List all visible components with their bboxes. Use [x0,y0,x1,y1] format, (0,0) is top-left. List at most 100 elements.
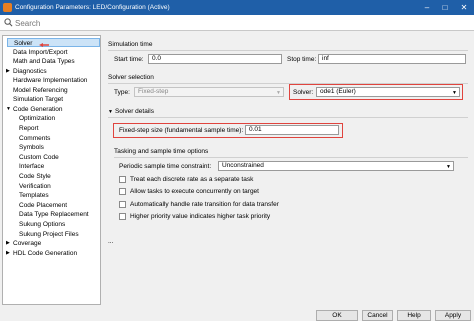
window-title: Configuration Parameters: LED/Configurat… [15,4,170,11]
tree-item-hardware-implementation[interactable]: Hardware Implementation [13,76,87,85]
tree-item-label: Comments [19,135,51,142]
tree-item-label: Data Type Replacement [19,211,89,218]
priority-checkbox[interactable] [119,213,126,220]
simulation-time-header: Simulation time [108,41,153,48]
search-icon [4,18,13,27]
expand-arrow-icon[interactable]: ▶ [6,249,10,258]
tree-item-label: Code Generation [13,106,63,113]
collapse-arrow-icon: ▼ [108,109,113,115]
tree-item-diagnostics[interactable]: ▶ Diagnostics [6,67,47,76]
matlab-app-icon [3,3,12,12]
tree-item-label: Report [19,125,39,132]
tree-item-report[interactable]: Report [19,124,39,133]
separate-task-checkbox[interactable] [119,176,126,183]
stop-time-label: Stop time: [287,56,317,63]
tree-item-label: Verification [19,183,51,190]
tree-item-label: Templates [19,192,49,199]
tree-item-coverage[interactable]: ▶ Coverage [6,239,41,248]
tree-item-label: Coverage [13,240,42,247]
solver-details-header-label: Solver details [114,108,154,115]
type-dropdown-value: Fixed-step [138,88,169,95]
tree-item-label: Symbols [19,144,44,151]
tree-item-solver[interactable]: Solver [7,38,100,47]
tree-item-math-data-types[interactable]: Math and Data Types [13,57,75,66]
tree-item-data-type-replacement[interactable]: Data Type Replacement [19,210,89,219]
apply-button[interactable]: Apply [435,310,471,321]
solver-dropdown-value: ode1 (Euler) [320,88,356,95]
collapse-arrow-icon[interactable]: ▼ [6,105,11,114]
expand-arrow-icon[interactable]: ▶ [6,239,10,248]
rate-transition-checkbox[interactable] [119,201,126,208]
tree-item-comments[interactable]: Comments [19,134,50,143]
help-button[interactable]: Help [397,310,431,321]
category-tree: Solver Data Import/Export Math and Data … [2,35,101,305]
tree-item-label: Interface [19,163,45,170]
tree-item-label: Code Placement [19,202,68,209]
tree-item-sukung-project-files[interactable]: Sukung Project Files [19,230,79,239]
stop-time-field[interactable]: inf [318,54,466,64]
type-label: Type: [114,89,130,96]
tree-item-hdl-code-generation[interactable]: ▶ HDL Code Generation [6,249,77,258]
priority-label: Higher priority value indicates higher t… [130,213,271,220]
tree-item-code-placement[interactable]: Code Placement [19,201,67,210]
start-time-field[interactable]: 0.0 [148,54,282,64]
divider [114,157,468,158]
tree-item-label: Optimization [19,115,56,122]
red-annotation-arrow [39,43,49,47]
tree-item-label: Simulation Target [13,96,64,103]
tree-item-label: Data Import/Export [13,49,68,56]
tree-item-label: Sukung Project Files [19,231,79,238]
search-bar [0,15,474,31]
tree-item-label: Code Style [19,173,51,180]
concurrent-tasks-label: Allow tasks to execute concurrently on t… [130,188,259,195]
more-ellipsis: ... [108,238,114,245]
tree-item-data-import-export[interactable]: Data Import/Export [13,48,68,57]
tree-item-templates[interactable]: Templates [19,191,49,200]
periodic-constraint-dropdown[interactable]: Unconstrained ▼ [218,161,454,171]
separate-task-label: Treat each discrete rate as a separate t… [130,176,254,183]
minimize-button[interactable]: – [418,0,436,15]
tree-item-custom-code[interactable]: Custom Code [19,153,59,162]
periodic-constraint-label: Periodic sample time constraint: [119,163,212,170]
tree-item-code-generation[interactable]: ▼ Code Generation [6,105,63,114]
solver-dropdown[interactable]: ode1 (Euler) ▼ [316,87,460,97]
concurrent-tasks-checkbox[interactable] [119,188,126,195]
tree-item-sukung-options[interactable]: Sukung Options [19,220,65,229]
tree-item-verification[interactable]: Verification [19,182,51,191]
tree-item-label: HDL Code Generation [13,250,78,257]
fixed-step-label: Fixed-step size (fundamental sample time… [119,127,244,134]
expand-arrow-icon[interactable]: ▶ [6,67,10,76]
periodic-constraint-value: Unconstrained [222,162,264,169]
fixed-step-field[interactable]: 0.01 [245,125,339,135]
tree-item-model-referencing[interactable]: Model Referencing [13,86,68,95]
tasking-header: Tasking and sample time options [114,148,209,155]
solver-selection-header: Solver selection [108,74,154,81]
chevron-down-icon: ▼ [446,164,451,170]
divider [108,50,468,51]
tree-item-interface[interactable]: Interface [19,162,44,171]
tree-item-optimization[interactable]: Optimization [19,114,55,123]
start-time-label: Start time: [114,56,144,63]
solver-settings-panel: Simulation time Start time: 0.0 Stop tim… [106,31,474,307]
solver-label: Solver: [293,89,314,96]
tree-item-code-style[interactable]: Code Style [19,172,51,181]
tree-item-symbols[interactable]: Symbols [19,143,44,152]
tree-item-label: Math and Data Types [13,58,75,65]
tree-item-label: Diagnostics [13,68,47,75]
type-dropdown[interactable]: Fixed-step ▼ [134,87,284,97]
chevron-down-icon: ▼ [452,90,457,96]
tree-item-label: Hardware Implementation [13,77,88,84]
chevron-down-icon: ▼ [276,90,281,96]
divider [108,117,468,118]
search-input[interactable] [15,17,465,29]
tree-item-simulation-target[interactable]: Simulation Target [13,95,63,104]
close-button[interactable]: ✕ [454,0,474,15]
tree-item-label: Solver [14,40,33,47]
cancel-button[interactable]: Cancel [362,310,393,321]
tree-item-label: Custom Code [19,154,59,161]
title-bar: Configuration Parameters: LED/Configurat… [0,0,474,15]
maximize-button[interactable]: □ [436,0,454,15]
ok-button[interactable]: OK [316,310,358,321]
solver-details-header[interactable]: ▼ Solver details [108,108,154,115]
tree-item-label: Model Referencing [13,87,68,94]
